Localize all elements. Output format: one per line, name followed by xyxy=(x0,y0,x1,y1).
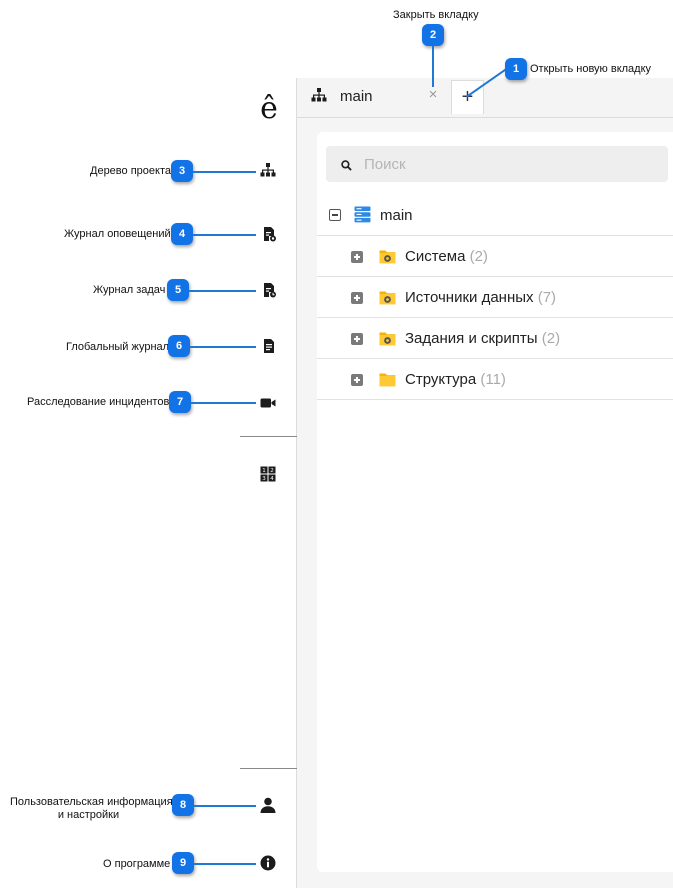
folder-icon xyxy=(379,371,396,387)
callout-label-8-line1: Пользовательская информация xyxy=(10,796,173,808)
expand-icon[interactable] xyxy=(351,251,363,263)
callout-line xyxy=(193,171,256,173)
notification-log-icon[interactable] xyxy=(261,226,277,242)
svg-text:4: 4 xyxy=(270,476,274,482)
tree-item-name: Задания и скрипты xyxy=(405,330,538,347)
callout-label-6: Глобальный журнал xyxy=(66,341,170,353)
close-tab-button[interactable]: × xyxy=(426,86,440,104)
callout-badge-4: 4 xyxy=(171,223,193,245)
tree-row[interactable]: Источники данных (7) xyxy=(317,277,673,318)
callout-line xyxy=(190,346,256,348)
layout-grid-icon[interactable]: 1234 xyxy=(260,466,276,482)
tree-item-label: Структура (11) xyxy=(405,371,506,388)
callout-line xyxy=(194,805,256,807)
callout-line xyxy=(193,234,256,236)
tree-item-count: (11) xyxy=(480,371,506,388)
global-log-icon[interactable] xyxy=(261,338,277,354)
tab-label: main xyxy=(340,88,373,105)
svg-text:3: 3 xyxy=(262,476,266,482)
tree-item-count: (7) xyxy=(537,289,557,306)
collapse-icon[interactable] xyxy=(329,209,341,221)
sidebar-divider xyxy=(240,436,297,437)
tree-item-count: (2) xyxy=(541,330,561,347)
callout-label-8-line2: и настройки xyxy=(57,809,120,821)
callout-badge-3: 3 xyxy=(171,160,193,182)
expand-icon[interactable] xyxy=(351,292,363,304)
callout-badge-8: 8 xyxy=(172,794,194,816)
tree-item-label: Система (2) xyxy=(405,248,488,265)
project-tree-icon[interactable] xyxy=(260,162,276,178)
folder-gear-icon xyxy=(379,248,396,264)
user-icon[interactable] xyxy=(260,797,276,813)
callout-label-9: О программе xyxy=(103,858,171,870)
callout-badge-5: 5 xyxy=(167,279,189,301)
callout-badge-2: 2 xyxy=(422,24,444,46)
callout-line xyxy=(432,46,434,87)
info-icon[interactable] xyxy=(260,855,276,871)
callout-label-1: Открыть новую вкладку xyxy=(530,63,652,75)
svg-text:1: 1 xyxy=(262,468,266,474)
folder-gear-icon xyxy=(379,289,396,305)
tree-item-name: Система xyxy=(405,248,466,265)
sidebar xyxy=(240,78,297,888)
callout-label-4: Журнал оповещений xyxy=(64,228,171,240)
video-camera-icon[interactable] xyxy=(260,395,276,411)
callout-label-3: Дерево проекта xyxy=(90,165,171,177)
task-log-icon[interactable] xyxy=(261,282,277,298)
callout-badge-1: 1 xyxy=(505,58,527,80)
tree-item-name: Источники данных xyxy=(405,289,534,306)
callout-label-7: Расследование инцидентов xyxy=(27,396,170,408)
project-tree-icon xyxy=(311,87,327,103)
sidebar-divider-bottom xyxy=(240,768,297,769)
svg-text:2: 2 xyxy=(270,468,274,474)
tree-item-label: Источники данных (7) xyxy=(405,289,556,306)
search-input[interactable] xyxy=(364,154,654,174)
database-icon xyxy=(354,206,371,223)
tree-row-root[interactable]: main xyxy=(317,195,673,236)
tree-row[interactable]: Структура (11) xyxy=(317,359,673,400)
tree-row[interactable]: Система (2) xyxy=(317,236,673,277)
expand-icon[interactable] xyxy=(351,374,363,386)
callout-badge-7: 7 xyxy=(169,391,191,413)
expand-icon[interactable] xyxy=(351,333,363,345)
callout-label-8: Пользовательская информация и настройки xyxy=(10,796,173,822)
tree-root-label: main xyxy=(380,207,413,224)
callout-badge-9: 9 xyxy=(172,852,194,874)
tree-row[interactable]: Задания и скрипты (2) xyxy=(317,318,673,359)
callout-label-2: Закрыть вкладку xyxy=(393,9,479,21)
callout-badge-6: 6 xyxy=(168,335,190,357)
tree-item-label: Задания и скрипты (2) xyxy=(405,330,560,347)
tree-item-name: Структура xyxy=(405,371,477,388)
callout-line xyxy=(194,863,256,865)
callout-line xyxy=(189,290,256,292)
callout-line xyxy=(191,402,256,404)
search-icon xyxy=(341,158,352,171)
tree-item-count: (2) xyxy=(469,248,488,265)
new-tab-button[interactable]: + xyxy=(451,80,484,114)
callout-label-5: Журнал задач xyxy=(93,284,166,296)
folder-gear-icon xyxy=(379,330,396,346)
app-logo[interactable]: ê xyxy=(258,92,280,126)
